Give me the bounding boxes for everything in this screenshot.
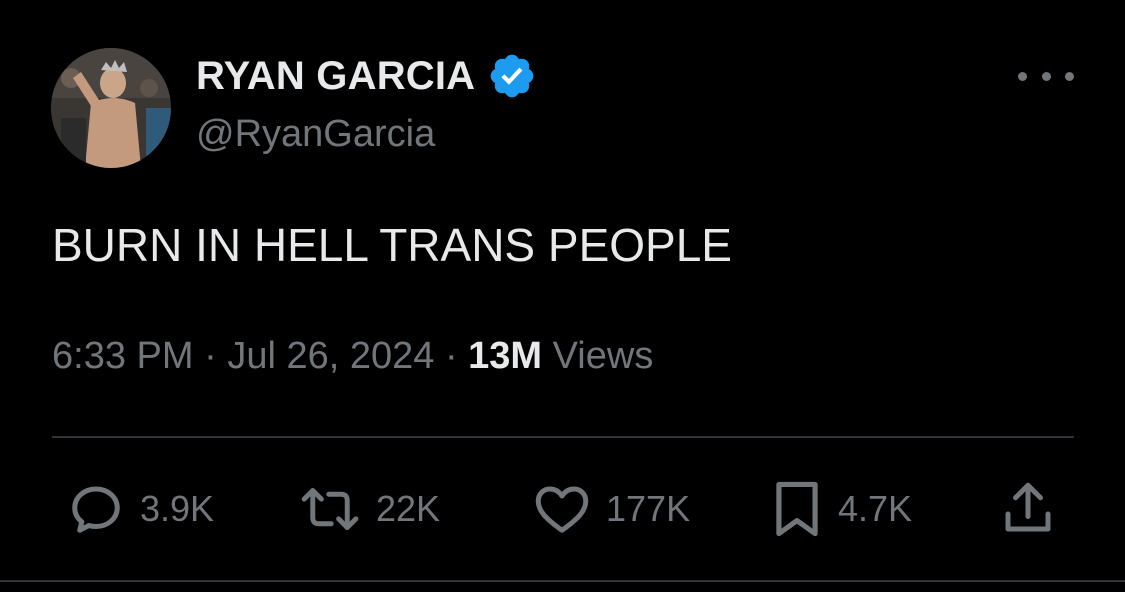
bookmark-button[interactable]: 4.7K xyxy=(770,478,912,540)
more-dot xyxy=(1018,71,1027,81)
meta-separator: · xyxy=(444,335,458,377)
bookmark-count: 4.7K xyxy=(838,488,913,529)
more-dot xyxy=(1041,71,1051,81)
display-name-text[interactable]: RYAN GARCIA xyxy=(196,54,475,99)
heart-icon xyxy=(535,486,589,533)
reply-count: 3.9K xyxy=(140,488,215,529)
tweet-date[interactable]: Jul 26, 2024 xyxy=(227,335,434,377)
like-button[interactable]: 177K xyxy=(532,478,690,540)
divider xyxy=(52,436,1074,438)
repost-count: 22K xyxy=(376,488,441,529)
tweet-text: BURN IN HELL TRANS PEOPLE xyxy=(52,219,732,271)
share-icon xyxy=(1005,482,1051,532)
repost-button[interactable]: 22K xyxy=(298,478,440,540)
like-count: 177K xyxy=(606,488,691,529)
tweet-time[interactable]: 6:33 PM xyxy=(52,335,194,377)
action-bar: 3.9K 22K 177K 4.7K xyxy=(0,478,1125,540)
avatar[interactable] xyxy=(51,48,171,168)
meta-separator: · xyxy=(204,335,217,377)
bookmark-icon xyxy=(776,481,818,537)
share-button[interactable] xyxy=(998,478,1058,540)
views-label[interactable]: Views xyxy=(553,335,654,377)
verified-badge-icon xyxy=(490,54,534,98)
reply-icon xyxy=(72,486,120,533)
reply-button[interactable]: 3.9K xyxy=(66,478,214,540)
display-name[interactable]: RYAN GARCIA xyxy=(196,53,537,99)
user-handle[interactable]: @RyanGarcia xyxy=(196,113,435,156)
more-dot xyxy=(1065,71,1074,81)
divider xyxy=(0,580,1125,582)
avatar-photo xyxy=(51,48,171,168)
more-horizontal-icon[interactable] xyxy=(1018,58,1074,94)
repost-icon xyxy=(301,488,359,530)
tweet-meta: 6:33 PM · Jul 26, 2024 · 13M Views xyxy=(52,335,653,378)
views-count[interactable]: 13M xyxy=(468,335,542,377)
